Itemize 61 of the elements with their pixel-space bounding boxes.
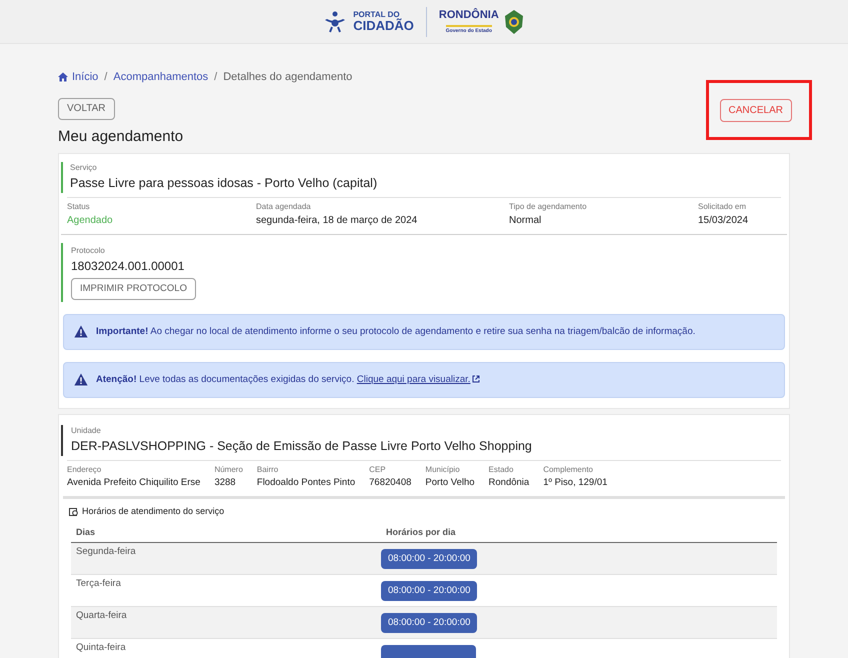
field-label: Serviço [70,162,98,174]
breadcrumb-current: Detalhes do agendamento [223,70,352,85]
print-protocol-button[interactable]: IMPRIMIR PROTOCOLO [71,278,196,300]
cancel-button[interactable]: CANCELAR [720,98,792,122]
field-label: Data agendada [256,200,312,213]
day-cell-text: Terça-feira [75,577,122,592]
logo-text: PORTAL DO [353,11,400,19]
field-label: Tipo de agendamento [509,200,588,213]
logo-text: RONDÔNIA [438,10,499,20]
field-label: Complemento [543,464,594,476]
breadcrumb-separator: / [214,70,218,85]
unit-name: DER-PASLVSHOPPING - Seção de Emissão de Passe Livre Porto Velho Shopping [71,438,533,455]
portal-logo[interactable]: PORTAL DO CIDADÃO [323,10,414,32]
time-badge: 08:00:00 - 20:00:00 [381,613,478,634]
day-cell-text: Quarta-feira [75,609,128,624]
field-value: Avenida Prefeito Chiquilito Erse [67,476,200,490]
field-label: Unidade [71,424,102,437]
field-label: Protocolo [71,244,106,257]
time-badge: 08:00:00 - 20:00:00 [381,549,478,570]
breadcrumb-link[interactable]: Acompanhamentos [113,69,208,86]
field-value: Normal [509,214,542,228]
field-value: Agendado [67,214,114,228]
field-value: 1º Piso, 129/01 [543,476,608,490]
field-value: Porto Velho [425,476,475,490]
figure-icon [323,10,348,32]
column-header: Dias [75,526,96,540]
warning-icon [74,373,88,386]
back-button[interactable]: VOLTAR [58,98,115,120]
field-label: Bairro [256,464,280,476]
external-link-icon [472,375,480,384]
field-label: Estado [488,464,514,476]
field-label: Endereço [67,464,102,476]
time-badge: 08:00:00 - 20:00:00 [381,581,478,602]
section-title: Horários de atendimento do serviço [82,504,224,518]
page-title: Meu agendamento [58,126,184,146]
documents-link[interactable]: Clique aqui para visualizar. [356,374,470,385]
alert-text: Importante! Ao chegar no local de atendimento informe o seu protocolo de agendamento e retire sua senha na triagem/balcão de informação. [96,324,696,339]
alert-text: Atenção! Leve todas as documentações exigidas do serviço. Clique aqui para visualizar. [96,372,480,387]
day-cell-text: Segunda-feira [75,545,137,560]
calendar-clock-icon [69,507,78,516]
warning-icon [74,325,88,338]
protocol-number: 18032024.001.00001 [71,258,186,275]
field-label: Município [425,464,461,476]
service-name: Passe Livre para pessoas idosas - Porto Velho (capital) [70,175,378,192]
field-label: Número [214,464,243,476]
field-label: CEP [369,464,387,476]
breadcrumb-home-link[interactable]: Início [58,69,98,86]
field-value: Flodoaldo Pontes Pinto [256,476,356,490]
field-value: 15/03/2024 [698,214,750,228]
breadcrumb-separator: / [104,70,108,85]
field-label: Solicitado em [698,200,748,213]
field-value: Rondônia [488,476,530,490]
field-value: 3288 [214,476,237,490]
logo-text: CIDADÃO [353,19,414,32]
field-value: 76820408 [369,476,412,490]
day-cell-text: Quinta-feira [75,641,127,656]
home-icon [58,72,68,82]
field-label: Status [67,200,91,213]
column-header: Horários por dia [386,526,456,540]
coat-of-arms-icon [502,8,525,34]
field-value: segunda-feira, 18 de março de 2024 [256,214,418,228]
